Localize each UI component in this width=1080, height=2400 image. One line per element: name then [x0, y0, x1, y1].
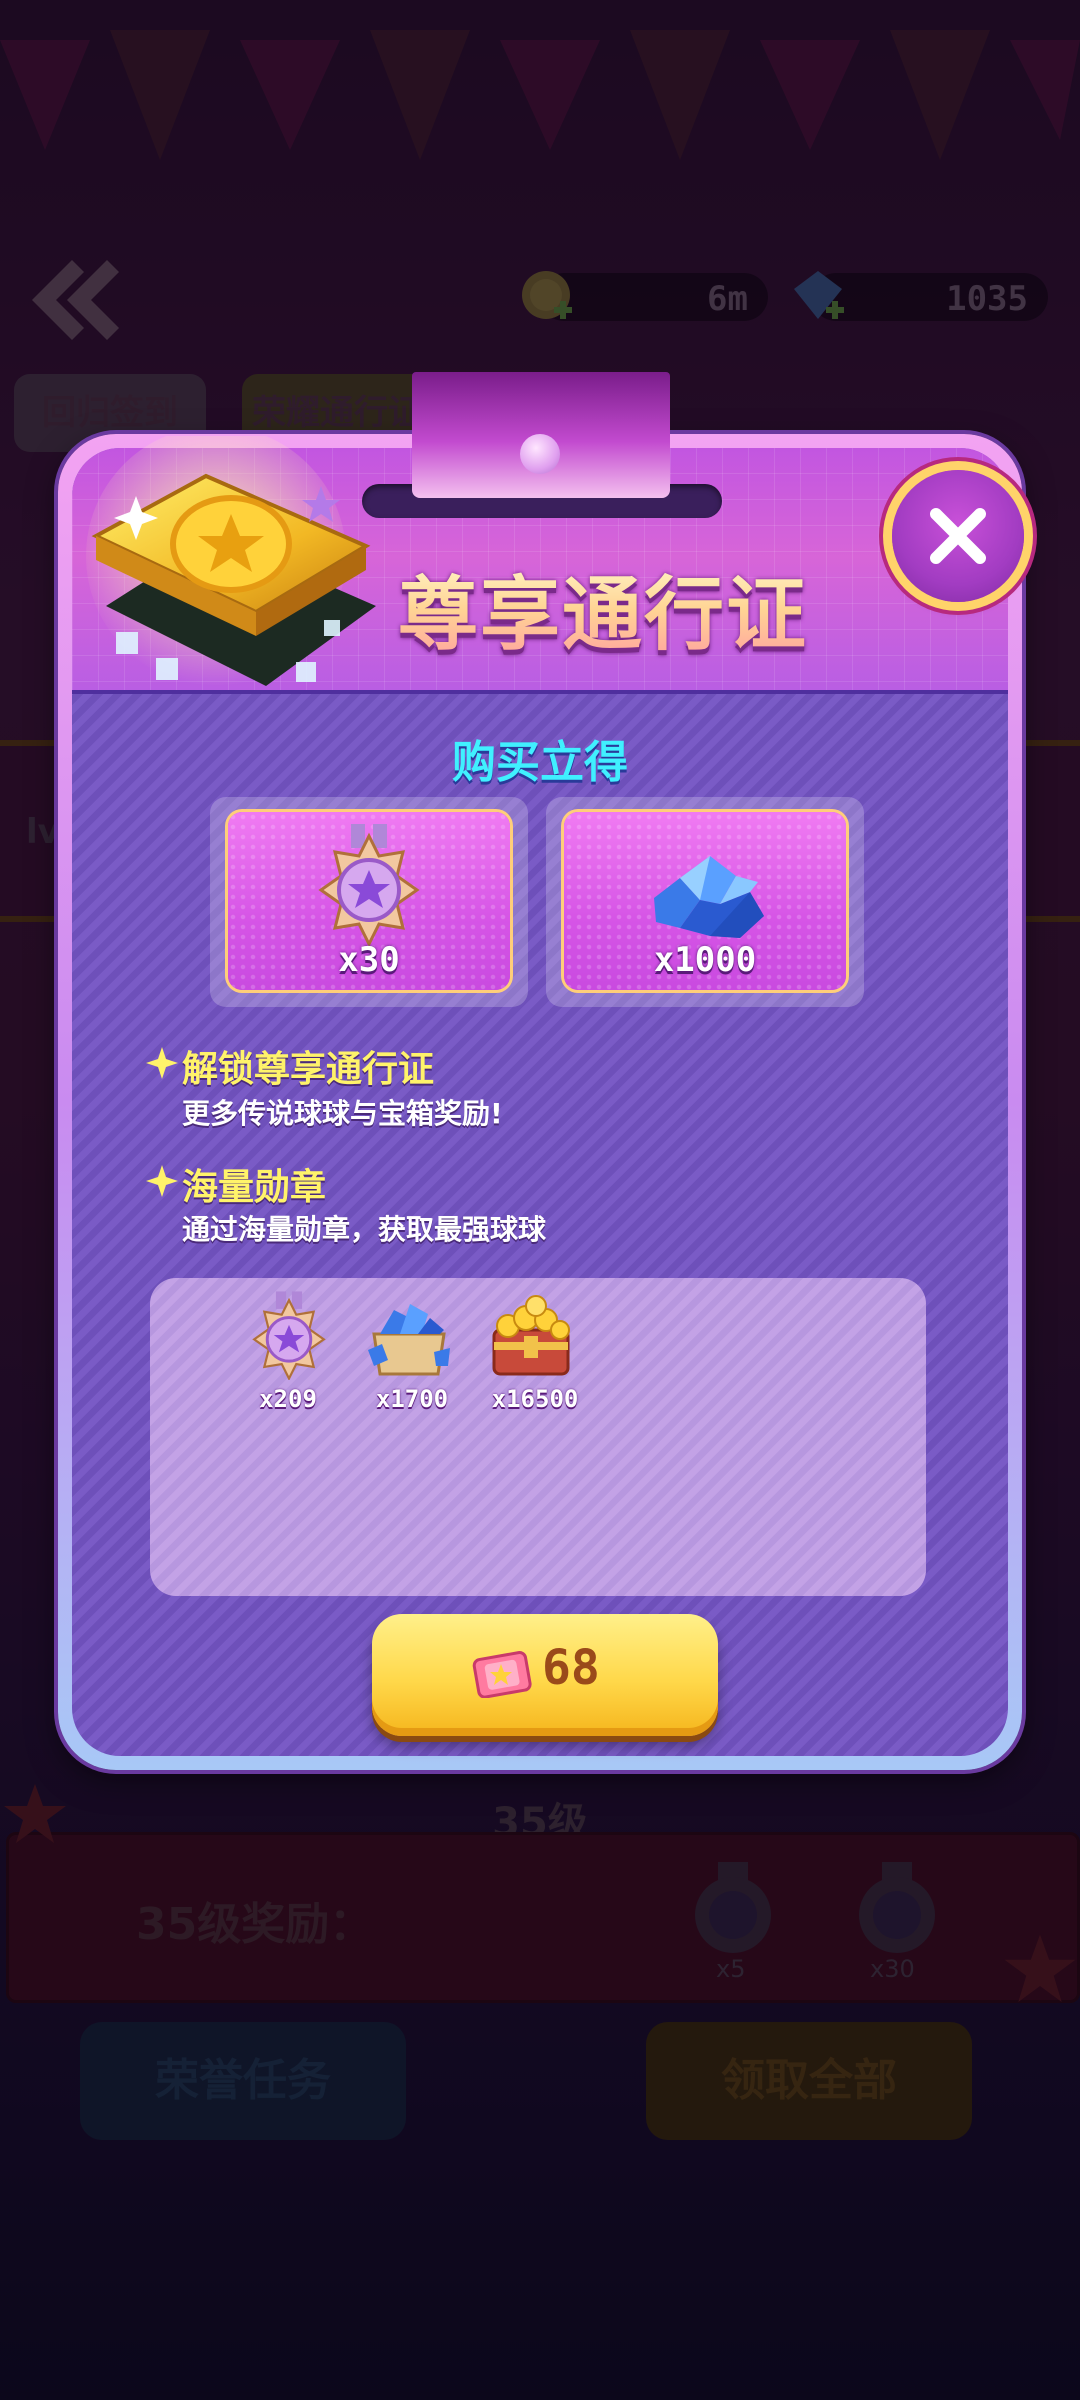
close-button[interactable] — [892, 470, 1024, 602]
buy-price: 68 — [542, 1640, 600, 1696]
feature-title-unlock: 解锁尊享通行证 — [182, 1049, 435, 1090]
gold-pass-book-icon — [86, 436, 376, 686]
clip-pin — [520, 434, 560, 474]
sparkle-icon — [146, 1047, 178, 1079]
reward-count-gold: x16500 — [491, 1385, 579, 1413]
feature-title-medals: 海量勋章 — [182, 1167, 327, 1208]
sparkle-icon — [146, 1165, 178, 1197]
reward-count-gems: x1700 — [375, 1385, 449, 1413]
buy-pass-button[interactable]: 68 — [372, 1614, 718, 1736]
close-icon — [930, 508, 986, 564]
gem-crate-icon — [368, 1304, 450, 1376]
gem-pile-icon — [654, 856, 764, 938]
instant-reward-count-gems: x1000 — [653, 940, 757, 980]
instant-reward-count-medal: x30 — [338, 940, 400, 980]
medal-icon — [318, 824, 420, 946]
reward-count-medals: x209 — [259, 1385, 317, 1413]
ticket-icon — [472, 1651, 532, 1698]
feature-desc-medals: 通过海量勋章，获取最强球球 — [182, 1213, 547, 1246]
buy-instant-title: 购买立得 — [452, 737, 628, 788]
feature-desc-unlock: 更多传说球球与宝箱奖励! — [182, 1097, 503, 1130]
modal-title: 尊享通行证 — [398, 560, 858, 670]
medal-icon — [252, 1291, 326, 1380]
gold-chest-icon — [492, 1295, 570, 1376]
